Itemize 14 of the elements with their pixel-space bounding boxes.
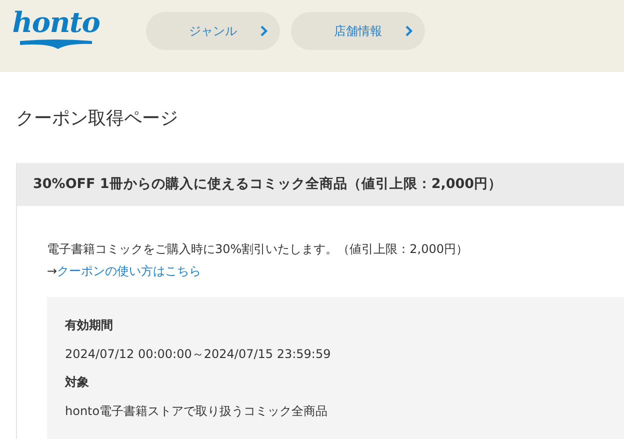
detail-value: honto電子書籍ストアで取り扱うコミック全商品: [65, 403, 329, 420]
detail-label: 対象: [65, 374, 90, 391]
detail-value: 2024/07/12 00:00:00～2024/07/15 23:59:59: [65, 346, 332, 363]
nav-button[interactable]: ジャンル: [146, 12, 280, 50]
detail-label: 有効期間: [65, 317, 114, 334]
nav-button[interactable]: 店舗情報: [291, 12, 425, 50]
page-title: クーポン取得ページ: [16, 107, 179, 131]
coupon-description: 電子書籍コミックをご購入時に30%割引いたします。（値引上限：2,000円）: [47, 241, 470, 258]
usage-link[interactable]: クーポンの使い方はこちら: [57, 264, 202, 278]
chevron-right-icon: [260, 25, 268, 37]
swoosh-icon: [18, 38, 94, 50]
arrow-text: →: [47, 264, 58, 278]
chevron-right-icon: [405, 25, 413, 37]
coupon-title: 30%OFF 1冊からの購入に使えるコミック全商品（値引上限：2,000円）: [17, 163, 624, 206]
